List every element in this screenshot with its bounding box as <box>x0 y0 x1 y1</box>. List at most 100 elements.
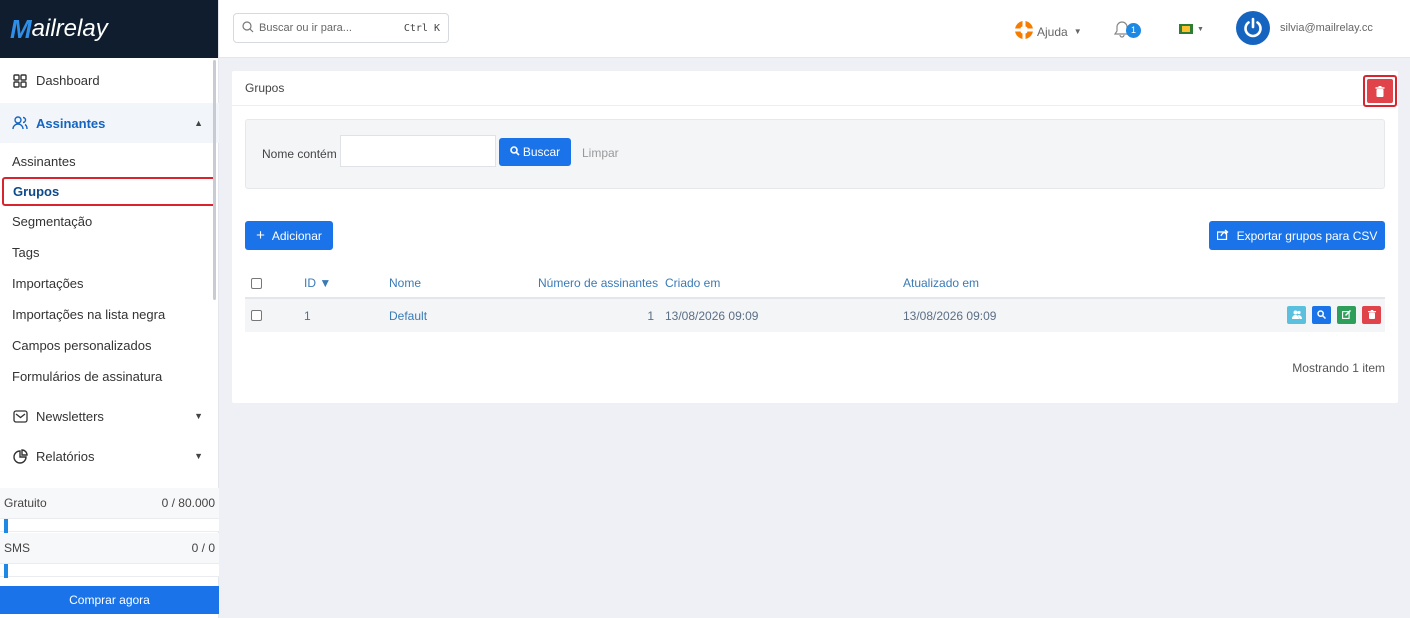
buy-now-button[interactable]: Comprar agora <box>0 586 219 614</box>
cell-name[interactable]: Default <box>389 299 427 332</box>
table-row: 1 Default 1 13/08/2026 09:09 13/08/2026 … <box>245 299 1385 332</box>
caret-up-icon: ▲ <box>194 118 203 128</box>
language-selector[interactable]: ▼ <box>1179 24 1204 34</box>
search-button[interactable]: Buscar <box>499 138 571 166</box>
add-group-button[interactable]: + Adicionar <box>245 221 333 250</box>
view-button[interactable] <box>1312 306 1331 324</box>
sidebar-section-subscribers[interactable]: Assinantes ▲ <box>0 103 219 143</box>
quota-sms-value: 0 / 0 <box>191 541 215 555</box>
add-button-label: Adicionar <box>271 228 322 243</box>
sidebar-item-label: Assinantes <box>36 115 106 131</box>
logo-text: ailrelay <box>31 15 108 42</box>
edit-button[interactable] <box>1337 306 1356 324</box>
cell-id: 1 <box>304 308 311 323</box>
search-input[interactable]: Buscar ou ir para... Ctrl K <box>233 13 449 43</box>
name-filter-input[interactable] <box>340 135 496 167</box>
sidebar-item-blacklist-imports[interactable]: Importações na lista negra <box>0 299 219 330</box>
panel-title: Grupos <box>232 71 1398 106</box>
search-icon <box>510 145 520 159</box>
sidebar-item-newsletters[interactable]: Newsletters ▼ <box>0 396 219 436</box>
zoom-icon <box>1317 308 1327 322</box>
help-label: Ajuda <box>1037 24 1068 39</box>
logo[interactable]: Mailrelay <box>0 0 218 58</box>
sidebar-item-segmentation[interactable]: Segmentação <box>0 206 219 237</box>
quota-free-progress <box>0 518 219 533</box>
column-header-name[interactable]: Nome <box>389 269 421 297</box>
quota-free-value: 0 / 80.000 <box>161 496 215 510</box>
quota-panel: Gratuito 0 / 80.000 SMS 0 / 0 <box>0 488 219 578</box>
row-actions <box>1287 306 1381 324</box>
sidebar-item-dashboard[interactable]: Dashboard <box>0 58 219 103</box>
topbar: Buscar ou ir para... Ctrl K Ajuda ▼ 1 ▼ … <box>219 0 1410 58</box>
search-placeholder: Buscar ou ir para... <box>259 22 352 34</box>
sidebar-item-label: Newsletters <box>36 408 104 424</box>
user-menu[interactable]: silvia@mailrelay.cc <box>1236 11 1373 45</box>
caret-down-icon: ▼ <box>194 451 203 461</box>
delete-button[interactable] <box>1362 306 1381 324</box>
cell-updated: 13/08/2026 09:09 <box>903 308 997 323</box>
quota-free-progress-fill <box>4 519 8 533</box>
sidebar-item-signup-forms[interactable]: Formulários de assinatura <box>0 361 219 392</box>
plus-icon: + <box>256 227 265 244</box>
search-button-label: Buscar <box>522 145 561 159</box>
select-all-checkbox[interactable] <box>251 269 262 297</box>
sidebar-scrollbar[interactable] <box>213 60 216 300</box>
export-csv-button[interactable]: Exportar grupos para CSV <box>1209 221 1385 250</box>
quota-sms-progress <box>0 563 219 578</box>
column-header-id[interactable]: ID ▼ <box>304 269 331 297</box>
delete-selected-button[interactable] <box>1363 75 1397 107</box>
caret-down-icon: ▼ <box>194 411 203 421</box>
user-email: silvia@mailrelay.cc <box>1280 22 1373 34</box>
column-header-subscribers[interactable]: Número de assinantes <box>538 269 658 297</box>
sidebar-item-tags[interactable]: Tags <box>0 237 219 268</box>
notification-count-badge: 1 <box>1126 23 1141 38</box>
members-button[interactable] <box>1287 306 1306 324</box>
clear-button[interactable]: Limpar <box>582 146 619 160</box>
edit-icon <box>1342 308 1352 322</box>
filter-label: Nome contém <box>262 147 337 161</box>
logo-mark: M <box>10 13 32 44</box>
search-shortcut: Ctrl K <box>403 22 440 34</box>
quota-sms-progress-fill <box>4 564 8 578</box>
cell-subscribers: 1 <box>647 308 654 323</box>
sidebar-item-label: Dashboard <box>36 73 100 88</box>
users-icon <box>12 115 28 131</box>
search-icon <box>242 20 254 36</box>
column-header-updated[interactable]: Atualizado em <box>903 269 979 297</box>
cell-created: 13/08/2026 09:09 <box>665 308 759 323</box>
table-header-row: ID ▼ Nome Número de assinantes Criado em… <box>245 269 1385 299</box>
column-header-created[interactable]: Criado em <box>665 269 720 297</box>
sidebar-nav: Dashboard Assinantes ▲ Assinantes Grupos… <box>0 58 219 486</box>
help-menu[interactable]: Ajuda ▼ <box>1014 20 1082 43</box>
quota-free-label: Gratuito <box>4 496 47 510</box>
quota-sms-label: SMS <box>4 541 31 555</box>
sidebar: Mailrelay Dashboard Assinantes ▲ Assinan… <box>0 0 219 618</box>
items-count: Mostrando 1 item <box>1292 361 1385 375</box>
users-icon <box>1291 308 1302 322</box>
caret-down-icon: ▼ <box>1073 27 1082 36</box>
notifications-button[interactable]: 1 <box>1113 20 1141 41</box>
pie-chart-icon <box>12 448 28 464</box>
sidebar-item-reports[interactable]: Relatórios ▼ <box>0 436 219 476</box>
sidebar-item-groups[interactable]: Grupos <box>2 177 216 206</box>
envelope-icon <box>12 408 28 424</box>
caret-down-icon: ▼ <box>1197 25 1204 33</box>
sidebar-item-subscribers[interactable]: Assinantes <box>0 146 219 177</box>
filter-box: Nome contém Buscar Limpar <box>245 119 1385 189</box>
sidebar-item-label: Relatórios <box>36 448 95 464</box>
quota-free: Gratuito 0 / 80.000 <box>0 488 219 518</box>
groups-panel: Grupos Nome contém Buscar Limpar + Adici… <box>232 71 1398 403</box>
lifebuoy-icon <box>1014 20 1034 43</box>
export-button-label: Exportar grupos para CSV <box>1236 228 1378 243</box>
brazil-flag-icon <box>1179 24 1193 34</box>
grid-icon <box>12 73 28 89</box>
quota-sms: SMS 0 / 0 <box>0 533 219 563</box>
groups-table: ID ▼ Nome Número de assinantes Criado em… <box>245 269 1385 332</box>
trash-icon <box>1367 308 1376 322</box>
avatar <box>1236 11 1270 45</box>
trash-icon <box>1367 79 1393 103</box>
share-icon <box>1216 228 1229 243</box>
row-checkbox[interactable] <box>251 299 262 332</box>
sidebar-item-imports[interactable]: Importações <box>0 268 219 299</box>
sidebar-item-custom-fields[interactable]: Campos personalizados <box>0 330 219 361</box>
